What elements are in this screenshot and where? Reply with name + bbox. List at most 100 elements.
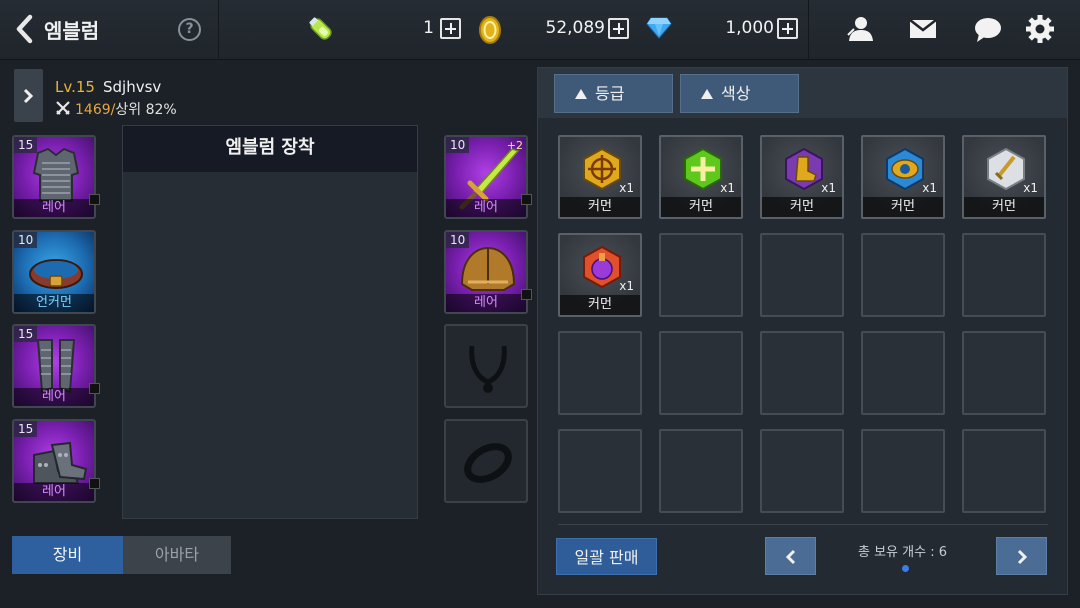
item-count: x1 xyxy=(821,181,836,195)
item-grade: 커먼 xyxy=(762,197,842,217)
item-count: x1 xyxy=(619,181,634,195)
emblem-equip-panel: 엠블럼 장착 xyxy=(122,125,418,519)
next-page-button[interactable] xyxy=(996,537,1047,575)
necklace-icon xyxy=(469,345,507,393)
character-icon[interactable] xyxy=(846,15,874,43)
inventory-slot[interactable]: x1 커먼 xyxy=(861,135,945,219)
inventory-slot[interactable]: x1 커먼 xyxy=(962,135,1046,219)
item-level: 15 xyxy=(14,137,38,153)
inventory-slot-empty[interactable] xyxy=(659,233,743,317)
item-level: 15 xyxy=(14,421,38,437)
sort-label: 색상 xyxy=(721,84,751,103)
inventory-slot[interactable]: x1 커먼 xyxy=(558,135,642,219)
gem-amount: 1,000 xyxy=(725,18,774,38)
sort-arrow-icon xyxy=(701,89,713,99)
divider xyxy=(558,524,1048,525)
equip-slot-legs[interactable]: 15 레어 xyxy=(12,324,96,408)
item-level: 10 xyxy=(446,232,470,248)
lock-checkbox[interactable] xyxy=(521,289,532,300)
equip-slot-helmet[interactable]: 10 레어 xyxy=(444,230,528,314)
chevron-right-icon xyxy=(23,88,34,104)
inventory-slot-empty[interactable] xyxy=(760,233,844,317)
expand-panel-button[interactable] xyxy=(14,69,43,122)
inventory-slot-empty[interactable] xyxy=(861,331,945,415)
inventory-slot-empty[interactable] xyxy=(760,331,844,415)
prev-page-button[interactable] xyxy=(765,537,816,575)
item-count: x1 xyxy=(720,181,735,195)
lock-checkbox[interactable] xyxy=(89,383,100,394)
green-cross-emblem-icon xyxy=(684,147,722,191)
item-grade: 커먼 xyxy=(964,197,1044,217)
item-count: x1 xyxy=(922,181,937,195)
equip-slot-weapon[interactable]: 10 +2 레어 xyxy=(444,135,528,219)
inventory-slot[interactable]: x1 커먼 xyxy=(659,135,743,219)
divider xyxy=(218,0,219,60)
emblem-inventory-panel: 등급 색상 x1 커먼 x1 커먼 x1 커먼 x1 커먼 x1 커먼 x1 커… xyxy=(537,67,1068,595)
power-value: 1469 xyxy=(75,102,111,118)
total-count-label: 총 보유 개수 : 6 xyxy=(858,545,947,560)
inventory-slot-empty[interactable] xyxy=(659,429,743,513)
chat-icon[interactable] xyxy=(974,17,1002,43)
help-icon[interactable]: ? xyxy=(178,18,201,41)
add-gem-button[interactable] xyxy=(777,18,798,39)
item-grade: 레어 xyxy=(14,199,94,217)
gold-crosshair-emblem-icon xyxy=(583,147,621,191)
inventory-header: 등급 색상 xyxy=(538,68,1067,118)
back-arrow-icon[interactable] xyxy=(14,14,36,44)
sort-arrow-icon xyxy=(575,89,587,99)
equip-slot-ring[interactable] xyxy=(444,419,528,503)
lock-checkbox[interactable] xyxy=(521,194,532,205)
inventory-slot-empty[interactable] xyxy=(659,331,743,415)
item-level: 15 xyxy=(14,326,38,342)
enhance-level: +2 xyxy=(506,139,523,152)
item-grade: 커먼 xyxy=(560,197,640,217)
equip-slot-necklace[interactable] xyxy=(444,324,528,408)
stamina-count: 1 xyxy=(423,18,434,38)
item-count: x1 xyxy=(619,279,634,293)
gold-amount: 52,089 xyxy=(545,18,605,38)
page-title: 엠블럼 xyxy=(44,19,100,43)
item-level: 10 xyxy=(446,137,470,153)
inventory-slot-empty[interactable] xyxy=(962,331,1046,415)
item-grade: 레어 xyxy=(14,388,94,406)
inventory-slot-empty[interactable] xyxy=(558,331,642,415)
stamina-potion-icon xyxy=(309,17,332,40)
equip-slot-boots[interactable]: 15 레어 xyxy=(12,419,96,503)
item-grade: 레어 xyxy=(14,483,94,501)
inventory-slot-empty[interactable] xyxy=(962,233,1046,317)
equip-slot-chest[interactable]: 15 레어 xyxy=(12,135,96,219)
settings-gear-icon[interactable] xyxy=(1026,15,1054,43)
bulk-sell-button[interactable]: 일괄 판매 xyxy=(556,538,657,575)
lock-checkbox[interactable] xyxy=(89,194,100,205)
equip-slot-belt[interactable]: 10 언커먼 xyxy=(12,230,96,314)
item-grade: 커먼 xyxy=(560,295,640,315)
white-sword-emblem-icon xyxy=(987,147,1025,191)
item-grade: 레어 xyxy=(446,199,526,217)
inventory-slot-empty[interactable] xyxy=(760,429,844,513)
power-rank: 상위 82% xyxy=(115,102,177,118)
inventory-slot[interactable]: x1 커먼 xyxy=(760,135,844,219)
chevron-right-icon xyxy=(1017,549,1028,565)
item-grade: 레어 xyxy=(446,294,526,312)
add-stamina-button[interactable] xyxy=(440,18,461,39)
inventory-slot-empty[interactable] xyxy=(861,233,945,317)
blue-eye-emblem-icon xyxy=(886,147,924,191)
inventory-slot-empty[interactable] xyxy=(962,429,1046,513)
sort-by-grade-button[interactable]: 등급 xyxy=(554,74,673,113)
page-indicator xyxy=(902,565,909,572)
red-potion-emblem-icon xyxy=(583,245,621,289)
crossed-swords-icon xyxy=(56,101,70,115)
tab-equipment[interactable]: 장비 xyxy=(12,536,123,574)
diamond-icon xyxy=(646,17,672,39)
add-gold-button[interactable] xyxy=(608,18,629,39)
mail-icon[interactable] xyxy=(909,19,937,39)
lock-checkbox[interactable] xyxy=(89,478,100,489)
gold-coin-icon xyxy=(479,16,501,44)
inventory-slot-empty[interactable] xyxy=(558,429,642,513)
sort-label: 등급 xyxy=(595,84,625,103)
inventory-slot[interactable]: x1 커먼 xyxy=(558,233,642,317)
sort-by-color-button[interactable]: 색상 xyxy=(680,74,799,113)
inventory-slot-empty[interactable] xyxy=(861,429,945,513)
character-level: Lv.15 xyxy=(55,78,95,96)
tab-avatar[interactable]: 아바타 xyxy=(123,536,231,574)
